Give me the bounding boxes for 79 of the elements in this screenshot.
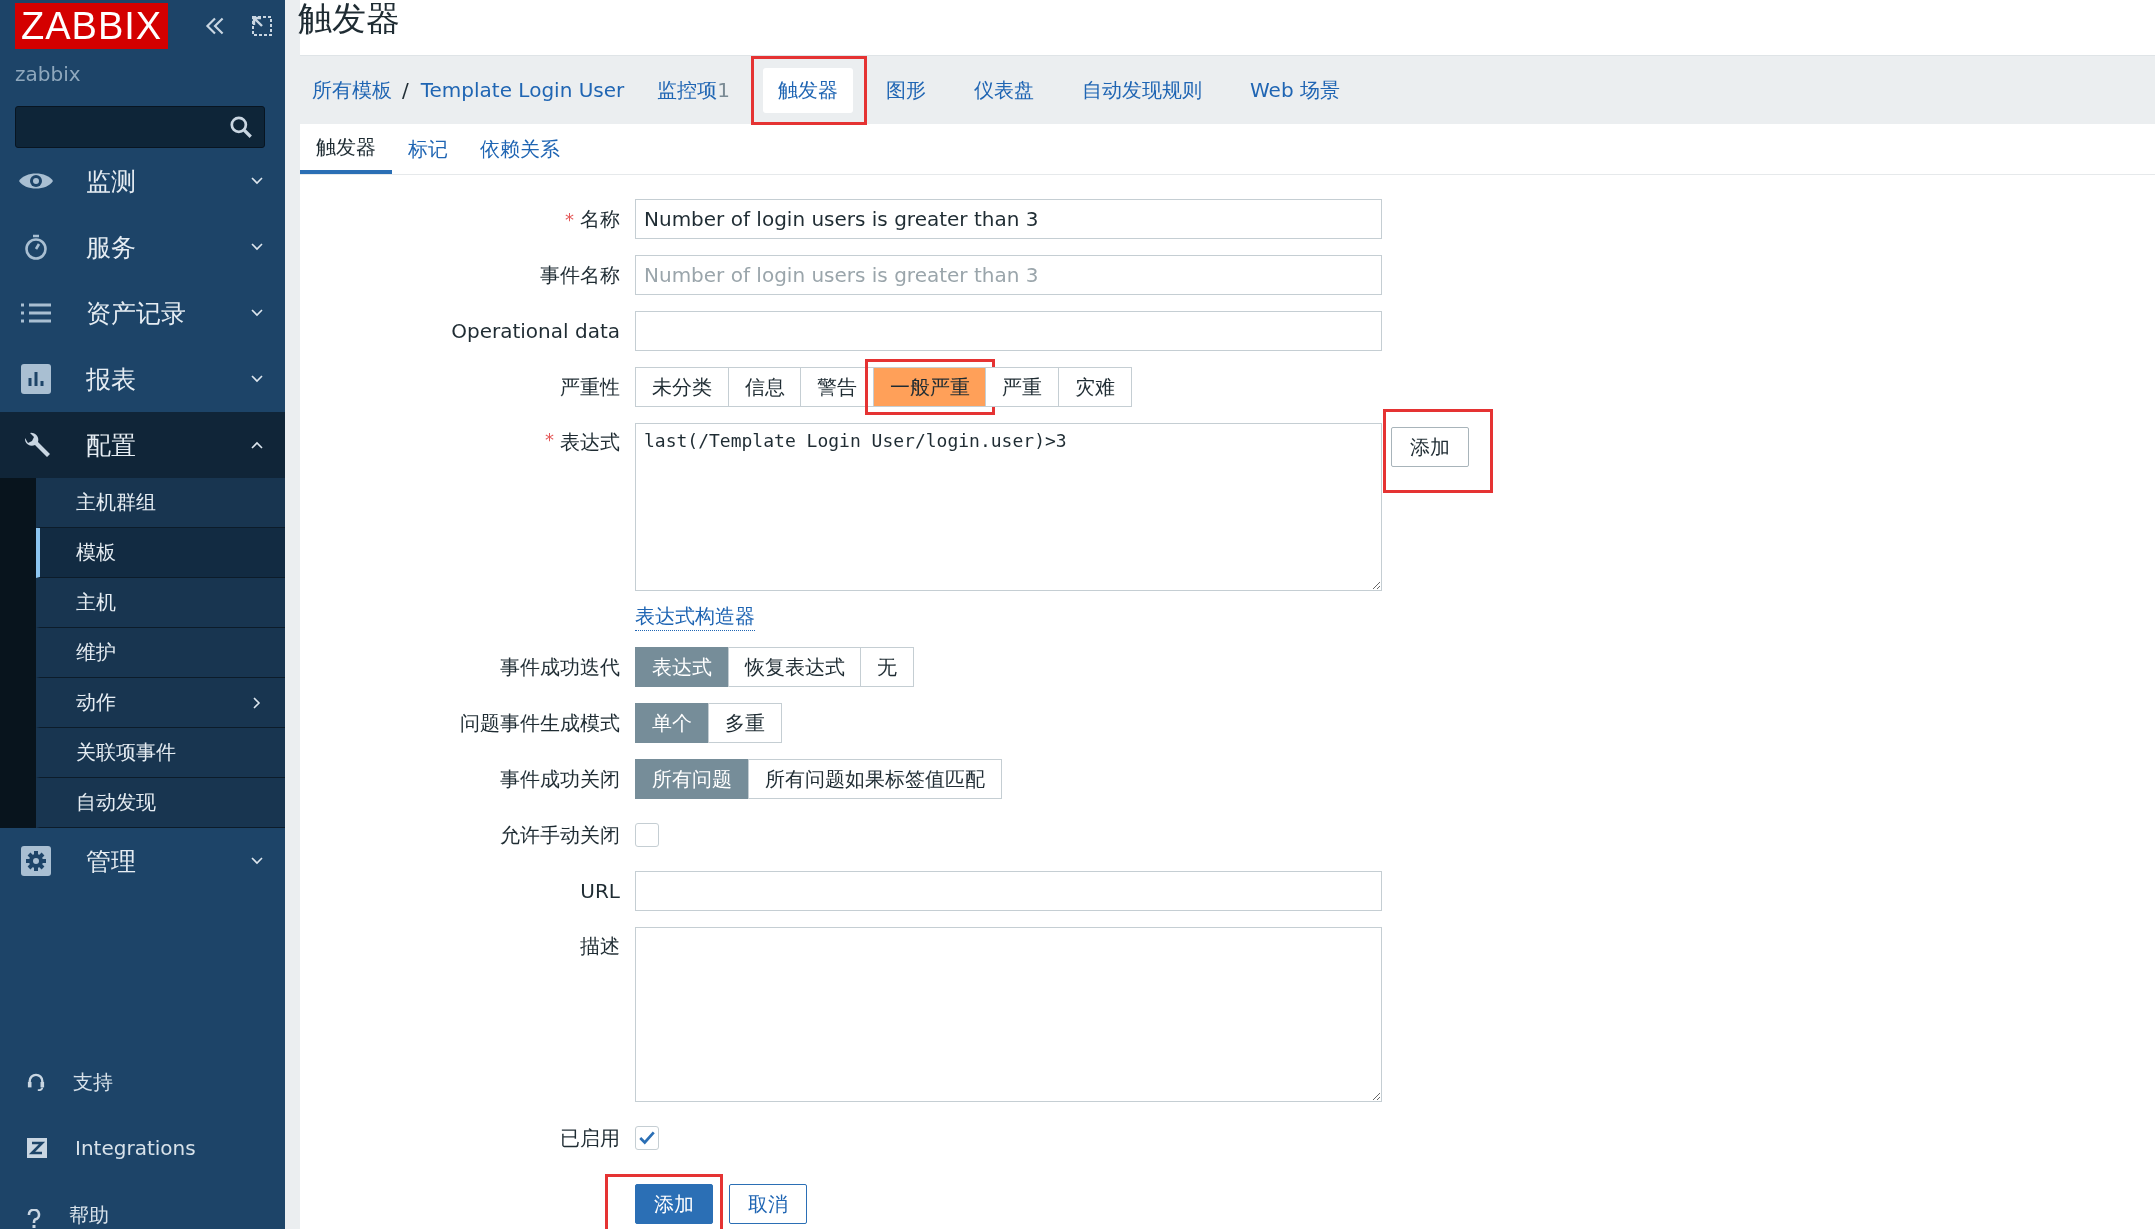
search-icon: [228, 114, 254, 140]
tab[interactable]: 依赖关系: [464, 124, 576, 174]
input-field[interactable]: Number of login users is greater than 3: [635, 199, 1382, 239]
chevron-down-icon: [251, 309, 263, 317]
breadcrumb-separator: /: [402, 78, 409, 102]
expression-field[interactable]: last(/Template Login User/login.user)>3: [635, 423, 1382, 591]
headset-icon: [27, 1072, 45, 1092]
page-title: 触发器: [298, 0, 401, 40]
question-mark-icon: [27, 1209, 41, 1229]
menu-item[interactable]: 配置: [0, 412, 285, 478]
segment-option[interactable]: 恢复表达式: [727, 647, 862, 687]
field-label: 事件成功迭代: [500, 653, 620, 681]
field-label: 事件成功关闭: [500, 765, 620, 793]
field-label: 事件名称: [540, 261, 620, 289]
submenu-item[interactable]: 主机: [36, 578, 285, 628]
menu-item[interactable]: 报表: [0, 346, 285, 412]
field-label: 允许手动关闭: [500, 821, 620, 849]
tab[interactable]: 触发器: [300, 124, 392, 174]
segment-option[interactable]: 严重: [985, 367, 1059, 407]
checkbox[interactable]: [635, 1126, 659, 1150]
nav-tab[interactable]: Web 场景: [1235, 67, 1355, 113]
submenu-item[interactable]: 维护: [36, 628, 285, 678]
add-button[interactable]: 添加: [1391, 427, 1469, 467]
nav-tab[interactable]: 仪表盘: [959, 67, 1049, 113]
cancel-button[interactable]: 取消: [729, 1184, 807, 1224]
sidebar-link[interactable]: Integrations: [0, 1115, 285, 1181]
submenu-item[interactable]: 主机群组: [36, 478, 285, 528]
chevron-down-icon: [251, 177, 263, 185]
username: zabbix: [14, 61, 82, 88]
search-field[interactable]: [15, 106, 265, 148]
zabbix-logo[interactable]: ZABBIX: [15, 3, 169, 49]
submenu-item[interactable]: 动作: [36, 678, 285, 728]
menu-item[interactable]: 监测: [0, 148, 285, 214]
sidebar-link[interactable]: 支持: [0, 1049, 285, 1115]
input-field[interactable]: [635, 871, 1382, 911]
chevron-down-icon: [251, 857, 263, 865]
submit-button[interactable]: 添加: [635, 1184, 713, 1224]
menu-item[interactable]: 资产记录: [0, 280, 285, 346]
field-label: URL: [580, 879, 620, 903]
field-label: 描述: [580, 933, 620, 960]
nav-tab[interactable]: 自动发现规则: [1067, 67, 1217, 113]
chevron-up-icon: [251, 441, 263, 449]
segment-option[interactable]: 警告: [800, 367, 874, 407]
menu-item[interactable]: 管理: [0, 828, 285, 894]
nav-tab[interactable]: 监控项1: [642, 67, 745, 113]
submenu-item[interactable]: 关联项事件: [36, 728, 285, 778]
field-label: Operational data: [451, 319, 620, 343]
segment-option[interactable]: 未分类: [635, 367, 729, 407]
required-asterisk: *: [565, 208, 574, 230]
nav-tab[interactable]: 触发器: [763, 67, 853, 113]
submenu-item[interactable]: 自动发现: [36, 778, 285, 828]
nav-tab[interactable]: 图形: [871, 67, 941, 113]
field-label: 表达式: [560, 429, 620, 456]
submenu-item[interactable]: 模板: [36, 528, 285, 578]
required-asterisk: *: [545, 429, 554, 450]
chevron-down-icon: [251, 243, 263, 251]
field-label: 已启用: [560, 1124, 620, 1152]
tab[interactable]: 标记: [392, 124, 464, 174]
segment-option[interactable]: 无: [860, 647, 914, 687]
segment-option[interactable]: 灾难: [1057, 367, 1132, 407]
segment-option[interactable]: 多重: [707, 703, 782, 743]
checkbox[interactable]: [635, 823, 659, 847]
segment-option[interactable]: 一般严重: [872, 367, 987, 407]
expression-builder-link[interactable]: 表达式构造器: [635, 603, 755, 631]
z-icon: [27, 1138, 47, 1158]
kiosk-mode-icon[interactable]: [250, 14, 275, 38]
chevron-down-icon: [251, 375, 263, 383]
segment-option[interactable]: 所有问题如果标签值匹配: [747, 759, 1002, 799]
segment-option[interactable]: 信息: [727, 367, 802, 407]
sidebar-link[interactable]: 帮助: [0, 1181, 285, 1229]
breadcrumb-link[interactable]: 所有模板: [312, 76, 392, 104]
breadcrumb-link[interactable]: Template Login User: [420, 78, 625, 102]
field-label: 问题事件生成模式: [460, 709, 620, 737]
field-label: 严重性: [560, 373, 620, 401]
input-field[interactable]: [635, 311, 1382, 351]
menu-item[interactable]: 服务: [0, 214, 285, 280]
input-field[interactable]: Number of login users is greater than 3: [635, 255, 1382, 295]
text-area[interactable]: [635, 927, 1382, 1102]
field-label: 名称: [580, 205, 620, 233]
